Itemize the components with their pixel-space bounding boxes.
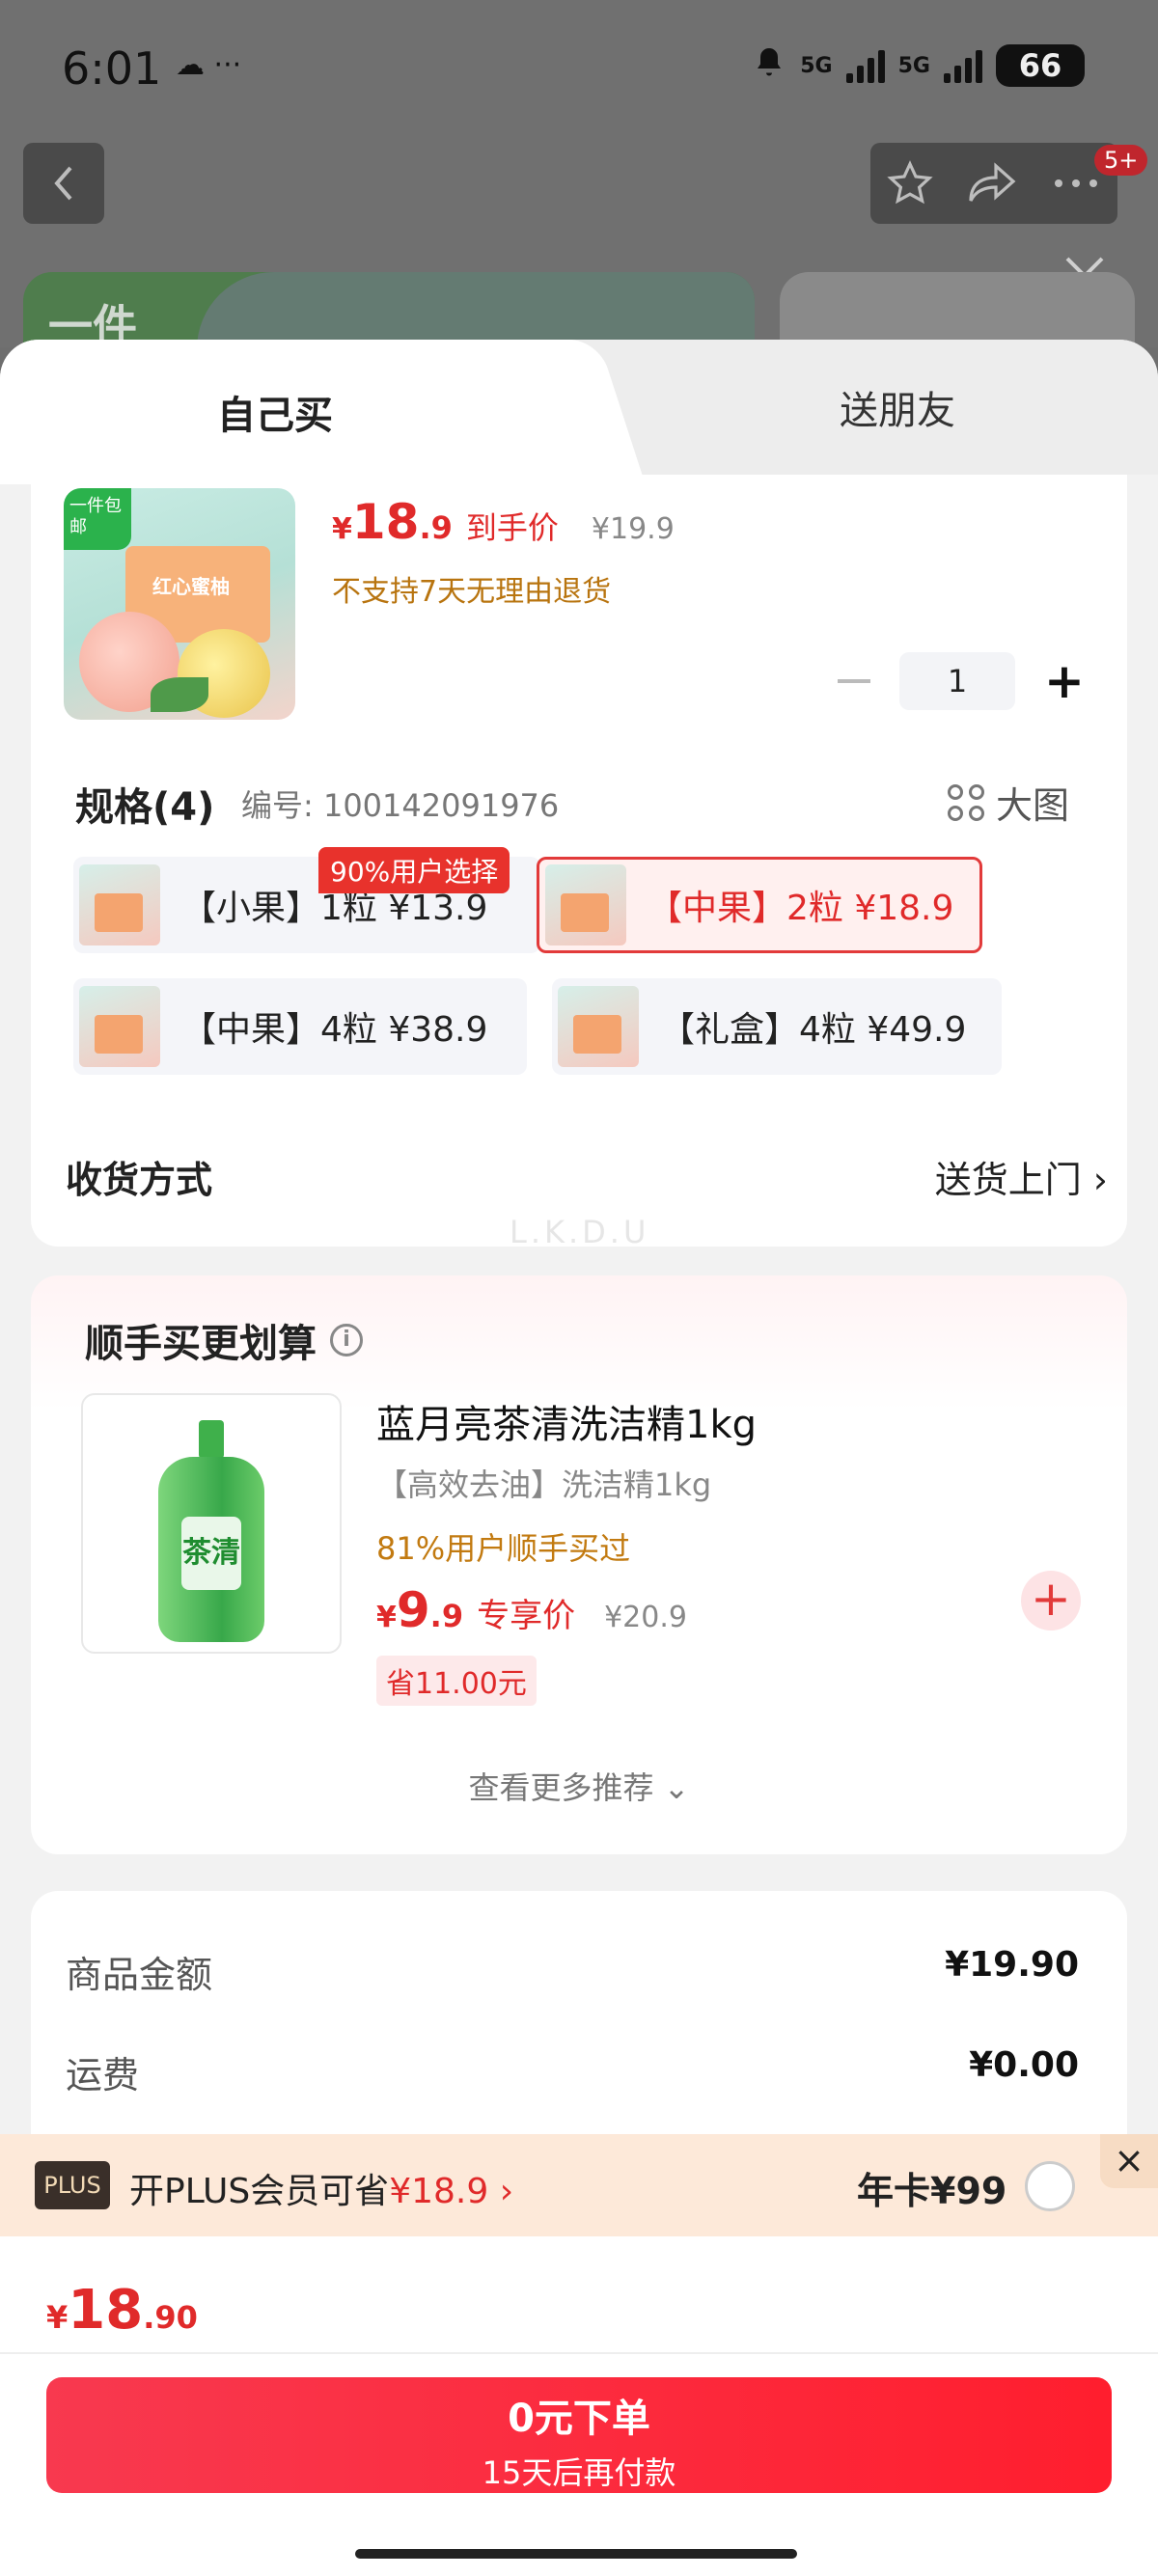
recommend-original-price: ¥20.9 bbox=[604, 1601, 687, 1634]
summary-key: 运费 bbox=[66, 2054, 140, 2096]
purchase-sheet: 自己买 送朋友 红心蜜柚 一件包邮 ¥18.9 到手价 ¥19.9 不支持7天无… bbox=[0, 340, 1158, 2576]
place-order-button[interactable]: 0元下单 15天后再付款 bbox=[46, 2377, 1112, 2493]
recommend-title: 顺手买更划算 i bbox=[85, 1312, 363, 1368]
product-thumbnail[interactable]: 红心蜜柚 一件包邮 bbox=[64, 488, 295, 720]
signal-icon bbox=[845, 48, 885, 83]
spec-thumb bbox=[79, 864, 160, 945]
increase-button[interactable]: + bbox=[1044, 657, 1085, 705]
bottle-label: 茶清 bbox=[181, 1517, 241, 1590]
see-more-recommendations[interactable]: 查看更多推荐 ⌄ bbox=[31, 1764, 1127, 1808]
bell-icon bbox=[752, 45, 786, 86]
tab-bar: 自己买 送朋友 bbox=[0, 340, 1158, 484]
savings-badge: 省11.00元 bbox=[376, 1656, 537, 1706]
add-item-button[interactable]: + bbox=[1021, 1571, 1081, 1631]
order-button-main: 0元下单 bbox=[508, 2397, 650, 2441]
quantity-stepper: 1 + bbox=[838, 652, 1085, 710]
tab-friend-label: 送朋友 bbox=[840, 389, 955, 433]
recommend-price-row: ¥9.9 专享价 ¥20.9 bbox=[376, 1582, 687, 1638]
network-label-1: 5G bbox=[800, 53, 833, 78]
recommend-price: ¥9.9 bbox=[376, 1582, 464, 1638]
original-price: ¥19.9 bbox=[591, 512, 675, 546]
status-time: 6:01 bbox=[62, 42, 162, 95]
delivery-method-row[interactable]: 收货方式 送货上门 › bbox=[66, 1150, 1108, 1203]
recommend-item-name[interactable]: 蓝月亮茶清洗洁精1kg bbox=[376, 1393, 757, 1449]
summary-value: ¥19.90 bbox=[945, 1945, 1079, 1985]
plus-year-card: 年卡¥99 bbox=[857, 2170, 1007, 2212]
spec-option-label: 【中果】2粒 ¥18.9 bbox=[648, 889, 954, 928]
recommend-card: 顺手买更划算 i 茶清 蓝月亮茶清洗洁精1kg 【高效去油】洗洁精1kg 81%… bbox=[31, 1275, 1127, 1854]
message-badge: 5+ bbox=[1094, 145, 1148, 176]
big-image-button[interactable]: 大图 bbox=[948, 776, 1069, 829]
order-button-sub: 15天后再付款 bbox=[482, 2454, 676, 2491]
spec-title: 规格(4) bbox=[75, 785, 215, 830]
delivery-value: 送货上门 › bbox=[934, 1159, 1108, 1201]
recommend-item-bought: 81%用户顺手买过 bbox=[376, 1530, 631, 1567]
plus-close-button[interactable]: × bbox=[1100, 2134, 1158, 2188]
signal-icon-2 bbox=[944, 48, 982, 83]
status-misc: ☁ ··· bbox=[176, 48, 242, 82]
recommend-title-text: 顺手买更划算 bbox=[85, 1322, 317, 1366]
delivery-label: 收货方式 bbox=[66, 1159, 213, 1201]
top-actions bbox=[870, 143, 1117, 224]
big-image-label: 大图 bbox=[996, 784, 1070, 827]
tab-self[interactable]: 自己买 bbox=[0, 340, 598, 484]
divider bbox=[0, 2352, 1158, 2354]
product-card: 红心蜜柚 一件包邮 ¥18.9 到手价 ¥19.9 不支持7天无理由退货 1 +… bbox=[31, 475, 1127, 1250]
plus-select-radio[interactable] bbox=[1025, 2161, 1075, 2211]
popular-choice-badge: 90%用户选择 bbox=[318, 847, 510, 893]
return-policy-note: 不支持7天无理由退货 bbox=[332, 575, 612, 609]
recommend-item-image[interactable]: 茶清 bbox=[81, 1393, 342, 1654]
plus-logo: PLUS bbox=[35, 2161, 110, 2209]
spec-thumb bbox=[545, 864, 626, 945]
info-icon[interactable]: i bbox=[330, 1324, 363, 1357]
spec-option-giftbox-4[interactable]: 【礼盒】4粒 ¥49.9 bbox=[552, 978, 1002, 1075]
final-price: ¥18.9 bbox=[332, 494, 453, 550]
plus-promo-bar[interactable]: PLUS 开PLUS会员可省¥18.9 › 年卡¥99 × bbox=[0, 2134, 1158, 2236]
final-price-label: 到手价 bbox=[465, 509, 559, 546]
battery-icon: 66 bbox=[996, 44, 1085, 87]
more-icon[interactable] bbox=[1051, 174, 1101, 193]
total-price: ¥18.90 bbox=[46, 2279, 198, 2342]
home-indicator[interactable] bbox=[355, 2549, 797, 2559]
spec-option-medium-2[interactable]: 【中果】2粒 ¥18.9 bbox=[537, 857, 982, 953]
status-bar: 6:01 ☁ ··· 5G 5G 66 bbox=[0, 0, 1158, 135]
star-icon[interactable] bbox=[887, 160, 933, 206]
summary-value: ¥0.00 bbox=[969, 2045, 1079, 2085]
spec-option-label: 【中果】4粒 ¥38.9 bbox=[181, 1010, 488, 1050]
decrease-button[interactable] bbox=[838, 679, 870, 683]
tab-friend[interactable]: 送朋友 bbox=[618, 340, 1158, 475]
thumb-box-text: 红心蜜柚 bbox=[152, 575, 230, 598]
summary-row-goods: 商品金额 ¥19.90 bbox=[66, 1945, 1079, 1998]
detergent-bottle-image: 茶清 bbox=[158, 1420, 264, 1642]
spec-option-label: 【礼盒】4粒 ¥49.9 bbox=[660, 1010, 967, 1050]
share-icon[interactable] bbox=[967, 160, 1017, 206]
recommend-item-sub: 【高效去油】洗洁精1kg bbox=[376, 1466, 712, 1503]
free-shipping-tag: 一件包邮 bbox=[64, 488, 131, 550]
spec-option-medium-4[interactable]: 【中果】4粒 ¥38.9 bbox=[73, 978, 527, 1075]
network-label-2: 5G bbox=[897, 53, 930, 78]
grid-icon bbox=[948, 783, 984, 821]
spec-thumb bbox=[558, 986, 639, 1067]
recommend-price-label: 专享价 bbox=[477, 1597, 576, 1635]
summary-row-shipping: 运费 ¥0.00 bbox=[66, 2045, 1079, 2098]
status-indicators: 5G 5G 66 bbox=[752, 44, 1085, 87]
price-row: ¥18.9 到手价 ¥19.9 bbox=[332, 494, 675, 550]
tab-self-label: 自己买 bbox=[217, 394, 333, 438]
back-button[interactable] bbox=[23, 143, 104, 224]
chevron-left-icon bbox=[54, 166, 72, 201]
watermark: L.K.D.U bbox=[510, 1214, 650, 1250]
plus-promo-text: 开PLUS会员可省¥18.9 › bbox=[129, 2172, 514, 2211]
quantity-input[interactable]: 1 bbox=[899, 652, 1015, 710]
summary-key: 商品金额 bbox=[66, 1954, 213, 1996]
spec-code: 编号: 100142091976 bbox=[241, 787, 560, 824]
spec-thumb bbox=[79, 986, 160, 1067]
